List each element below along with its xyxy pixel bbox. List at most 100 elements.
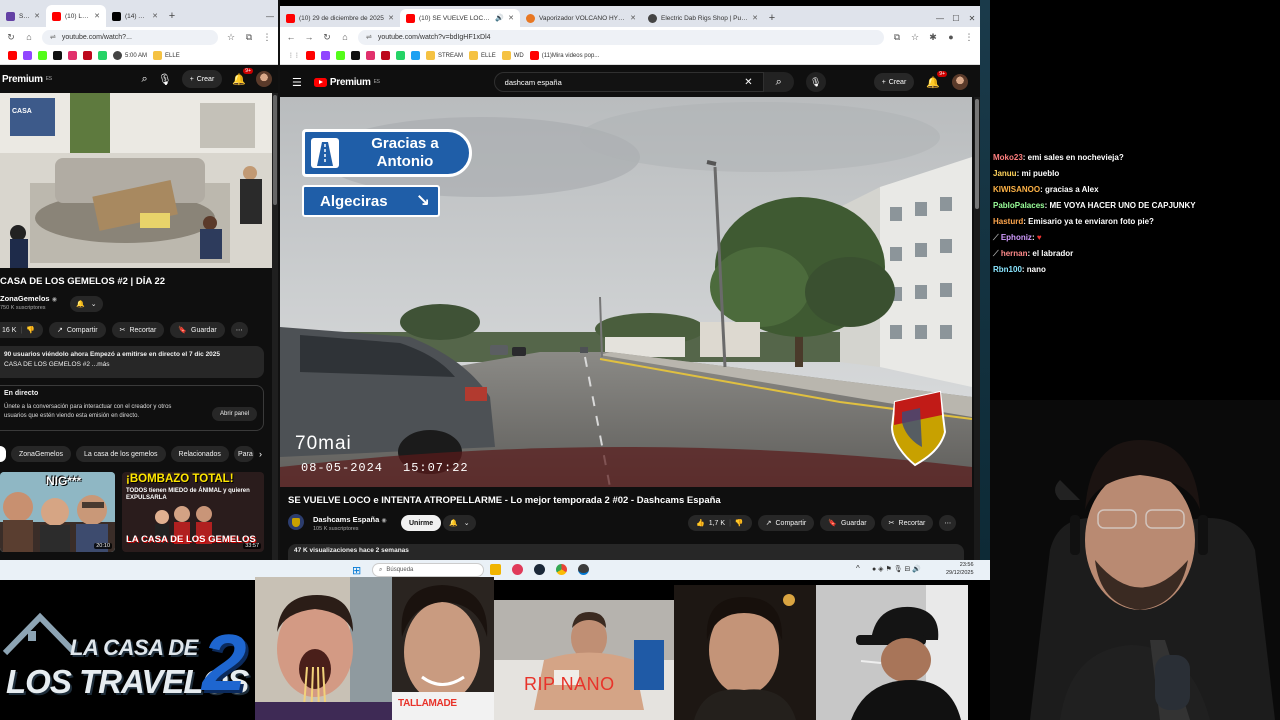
close-window-icon[interactable]: ✕ [964,9,980,27]
reload-icon[interactable]: ↻ [322,32,332,43]
bookmark-youtube[interactable] [8,51,17,60]
left-notify-bell-button[interactable]: 🔔 ⌄ [70,296,103,312]
new-tab-button[interactable]: + [764,9,780,27]
minimize-icon[interactable]: — [262,5,278,27]
chrome-icon[interactable] [556,564,567,575]
bookmark-wd[interactable]: WD [501,51,524,60]
open-panel-button[interactable]: Abrir panel [211,407,257,421]
hamburger-menu-icon[interactable]: ☰ [292,76,302,89]
left-video-player[interactable]: CASA [0,93,272,268]
extensions-icon[interactable]: ⧉ [244,32,254,43]
bookmark-x[interactable] [351,51,360,60]
notifications-icon[interactable]: 🔔 9+ [926,70,947,89]
home-icon[interactable]: ⌂ [340,32,350,42]
channel-name[interactable]: Dashcams España ◉ [313,515,387,524]
join-button[interactable]: Unirme [401,515,442,531]
left-description-box[interactable]: 90 usuarios viéndolo ahora Empezó a emit… [0,346,264,378]
right-tab-1[interactable]: (10) SE VUELVE LOCO e INTE 🔊 ✕ [400,9,520,27]
bookmark-pinterest[interactable] [381,51,390,60]
bookmark-pinterest[interactable] [83,51,92,60]
left-more-button[interactable]: ⋯ [230,322,248,338]
right-tab-2[interactable]: Vaporizador VOLCANO HYBRI ✕ [520,9,642,27]
right-tab-3[interactable]: Electric Dab Rigs Shop | Puffco ✕ [642,9,764,27]
close-icon[interactable]: ✕ [152,12,158,20]
new-tab-button[interactable]: + [164,5,180,27]
chip-all[interactable] [0,446,6,462]
main-video-player[interactable]: Gracias a Antonio Algeciras ↘ 70mai 08-0… [280,97,972,487]
forward-icon[interactable]: → [304,32,314,42]
back-icon[interactable]: ← [286,32,296,42]
bookmark-popular-videos[interactable]: (11)Mira videos pop... [529,51,599,60]
bookmark-elle[interactable]: ELLE [153,51,180,60]
close-icon[interactable]: ✕ [94,12,100,20]
left-like-button[interactable]: 16 K | 👎 [0,322,43,338]
tray-chevron-icon[interactable]: ^ [856,564,860,573]
create-button[interactable]: + Crear [181,70,223,88]
menu-icon[interactable]: ⋮ [964,32,974,43]
star-icon[interactable]: ☆ [910,32,920,43]
profile-icon[interactable]: ● [946,32,956,42]
main-description-box[interactable]: 47 K visualizaciones hace 2 semanas [288,544,964,560]
left-url-field[interactable]: ⇌ youtube.com/watch?... [42,29,218,45]
left-clip-button[interactable]: ✂ Recortar [111,322,165,338]
tray-icons[interactable]: ● ◈ ⚑ 🎙 ⊟ 🔊 [872,565,921,573]
star-icon[interactable]: ☆ [226,32,236,43]
search-input[interactable]: dashcam españa ✕ [493,72,764,92]
mic-icon[interactable]: 🎙 [805,72,826,92]
close-icon[interactable]: ✕ [752,14,758,22]
notifications-icon[interactable]: 🔔 9+ [232,67,253,86]
create-button[interactable]: + Crear [873,73,915,91]
share-button[interactable]: ↗ Compartir [757,515,815,531]
bookmark-instagram[interactable] [366,51,375,60]
right-url-field[interactable]: ⇌ youtube.com/watch?v=bdIgHF1xDl4 [358,29,884,45]
speaker-icon[interactable]: 🔊 [495,14,504,22]
left-tab-2[interactable]: (14) ALM ✕ [106,5,164,27]
obs-icon[interactable] [578,564,589,575]
left-save-button[interactable]: 🔖 Guardar [170,322,225,338]
youtube-logo[interactable]: Premium ES [313,77,380,88]
close-icon[interactable]: ✕ [388,14,394,22]
like-button[interactable]: 👍 1,7 K | 👎 [688,515,752,531]
taskbar-clock[interactable]: 23:56 29/12/2025 [946,561,974,577]
avatar[interactable] [256,71,272,87]
right-tab-0[interactable]: (10) 29 de diciembre de 2025 ✕ [280,9,400,27]
minimize-icon[interactable]: — [932,9,948,27]
taskbar-search-box[interactable]: ⌕ Búsqueda [372,563,484,577]
close-icon[interactable]: ✕ [630,14,636,22]
bookmark-whatsapp[interactable] [98,51,107,60]
channel-avatar[interactable] [288,514,304,530]
chip-para-ti[interactable]: Para ti [233,446,254,462]
thumbnail-1[interactable]: NIG*** 20:10 [0,472,115,552]
maximize-icon[interactable]: ☐ [948,9,964,27]
bookmark-whatsapp[interactable] [396,51,405,60]
clip-button[interactable]: ✂ Recortar [880,515,934,531]
home-icon[interactable]: ⌂ [24,32,34,42]
bookmark-stream[interactable]: STREAM [426,51,463,60]
chevron-right-icon[interactable]: › [259,449,262,459]
steam-icon[interactable] [534,564,545,575]
thumbnail-2[interactable]: ¡BOMBAZO TOTAL! TODOS tienen MIEDO de ÁN… [122,472,264,552]
save-button[interactable]: 🔖 Guardar [820,515,875,531]
youtube-logo[interactable]: Premium ES [2,74,52,85]
bookmark-kick[interactable] [336,51,345,60]
search-icon[interactable]: ⌕ [763,72,794,92]
chip-relacionados[interactable]: Relacionados [170,446,229,462]
close-icon[interactable]: ✕ [34,12,40,20]
app-icon-1[interactable] [512,564,523,575]
bookmark-instagram[interactable] [68,51,77,60]
left-share-button[interactable]: ↗ Compartir [48,322,106,338]
mic-icon[interactable]: 🎙 [158,73,172,86]
reload-icon[interactable]: ↻ [6,32,16,43]
close-icon[interactable]: ✕ [508,14,514,22]
bookmark-elle[interactable]: ELLE [469,51,496,60]
left-tab-1[interactable]: (10) LA C ✕ [46,5,106,27]
windows-start-icon[interactable]: ⊞ [352,564,361,577]
bookmark-extra[interactable] [411,51,420,60]
left-tab-0[interactable]: Streams ✕ [0,5,46,27]
apps-icon[interactable]: ⋮⋮ [288,52,300,59]
bookmark-youtube[interactable] [306,51,315,60]
clear-search-icon[interactable]: ✕ [744,77,752,88]
more-button[interactable]: ⋯ [939,515,957,531]
chip-zonagemelos[interactable]: ZonaGemelos [11,446,71,462]
bookmark-twitch[interactable] [23,51,32,60]
